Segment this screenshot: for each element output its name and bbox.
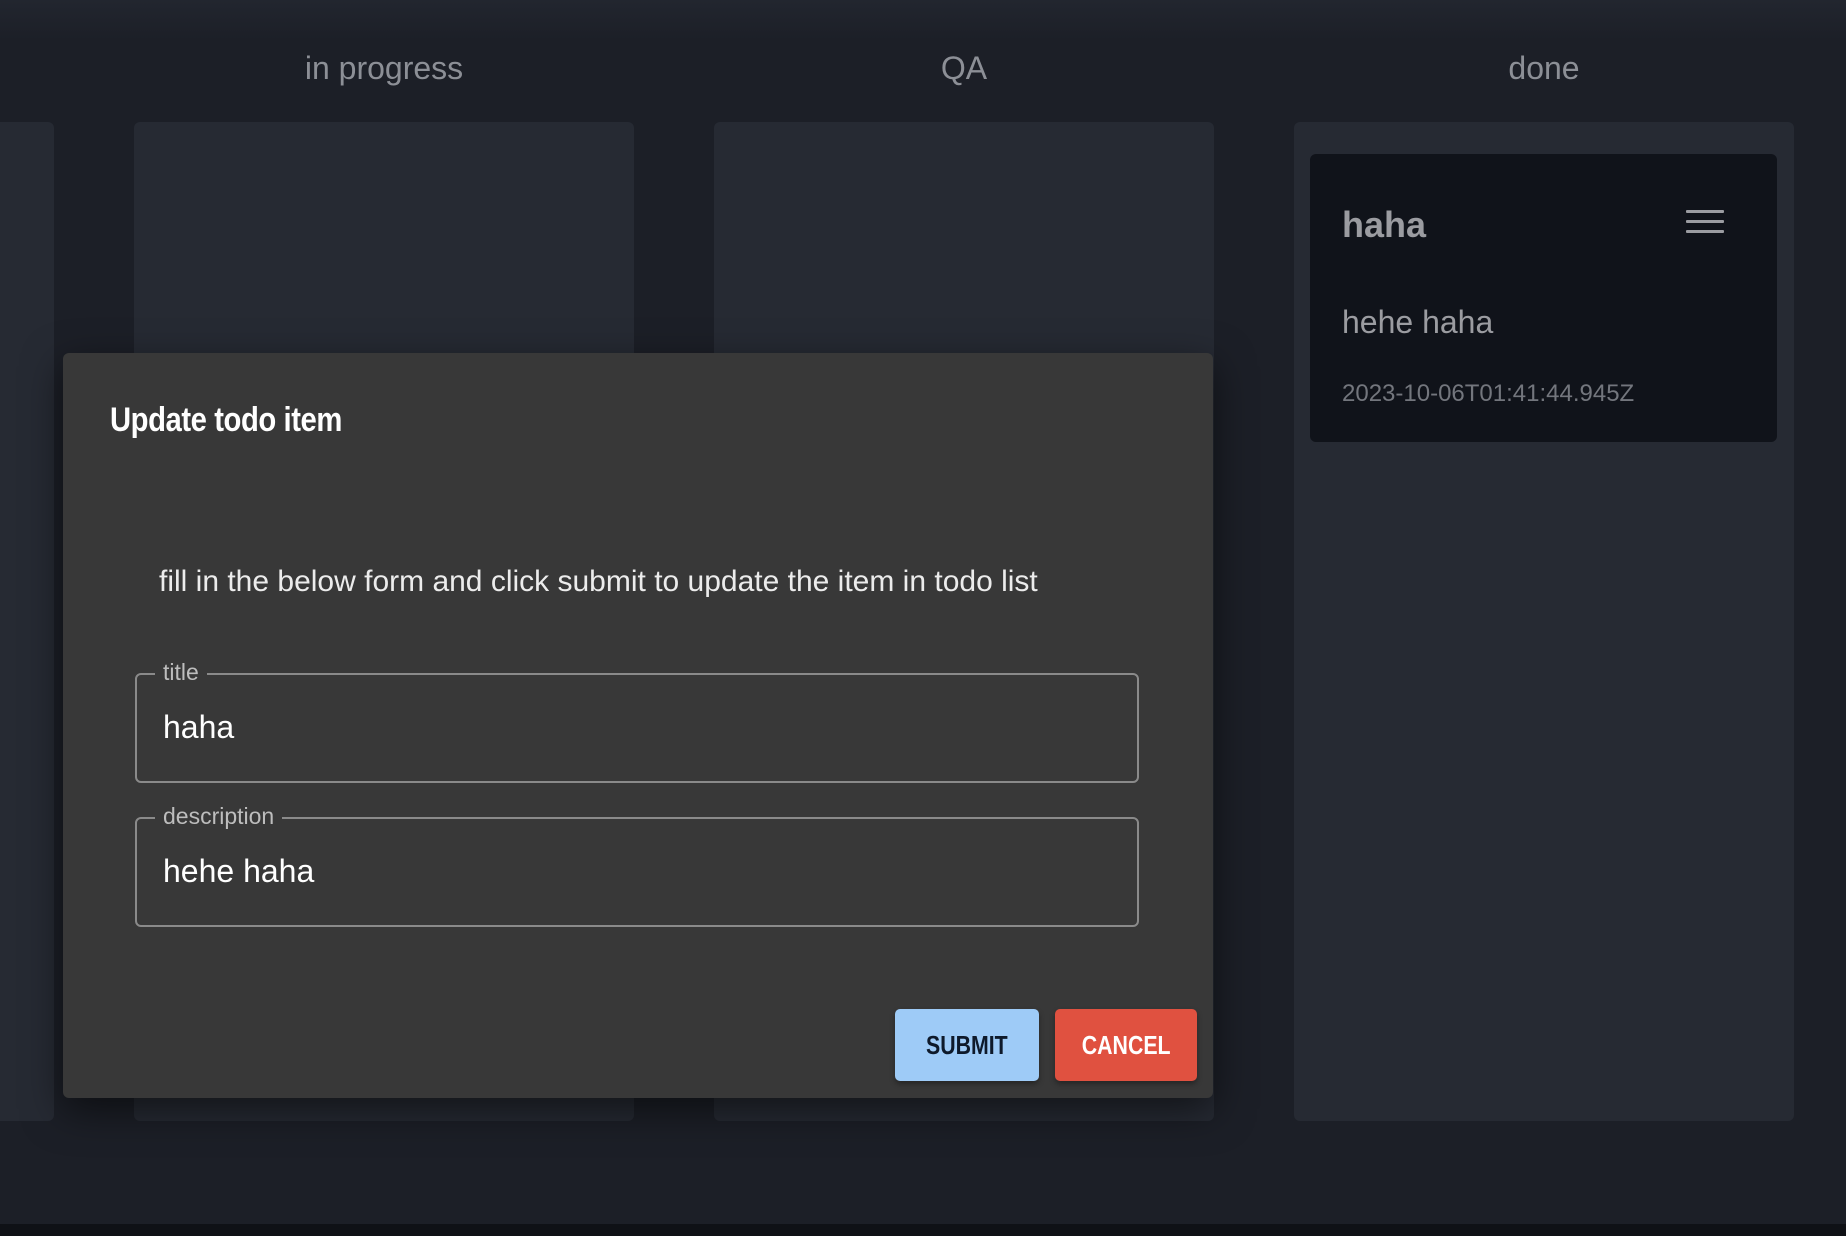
column-todo[interactable]: [0, 122, 54, 1121]
card-title: haha: [1342, 204, 1427, 245]
update-todo-dialog: Update todo item fill in the below form …: [63, 353, 1213, 1098]
description-field[interactable]: description hehe haha: [135, 803, 1139, 927]
column-title-qa: QA: [940, 50, 988, 86]
card-timestamp: 2023-10-06T01:41:44.945Z: [1342, 380, 1635, 407]
submit-button[interactable]: SUBMIT: [895, 1009, 1039, 1081]
todo-card[interactable]: haha hehe haha 2023-10-06T01:41:44.945Z: [1310, 154, 1777, 442]
submit-button-label: SUBMIT: [926, 1030, 1008, 1060]
top-strip: [0, 0, 1846, 40]
title-field[interactable]: title haha: [135, 659, 1139, 783]
cancel-button-label: CANCEL: [1081, 1030, 1171, 1060]
hamburger-menu-icon[interactable]: [1686, 210, 1724, 238]
cancel-button[interactable]: CANCEL: [1055, 1009, 1197, 1081]
title-field-value[interactable]: haha: [163, 709, 234, 746]
column-title-in-progress: in progress: [304, 50, 464, 86]
dialog-instructions: fill in the below form and click submit …: [159, 565, 1038, 598]
kanban-board: in progress QA done haha hehe haha 2023-…: [0, 0, 1846, 1236]
dialog-title: Update todo item: [110, 401, 342, 439]
description-field-value[interactable]: hehe haha: [163, 853, 314, 890]
column-title-done: done: [1508, 50, 1580, 86]
bottom-strip: [0, 1224, 1846, 1236]
description-field-label: description: [155, 803, 283, 830]
title-field-label: title: [155, 659, 207, 686]
card-description: hehe haha: [1342, 304, 1494, 340]
